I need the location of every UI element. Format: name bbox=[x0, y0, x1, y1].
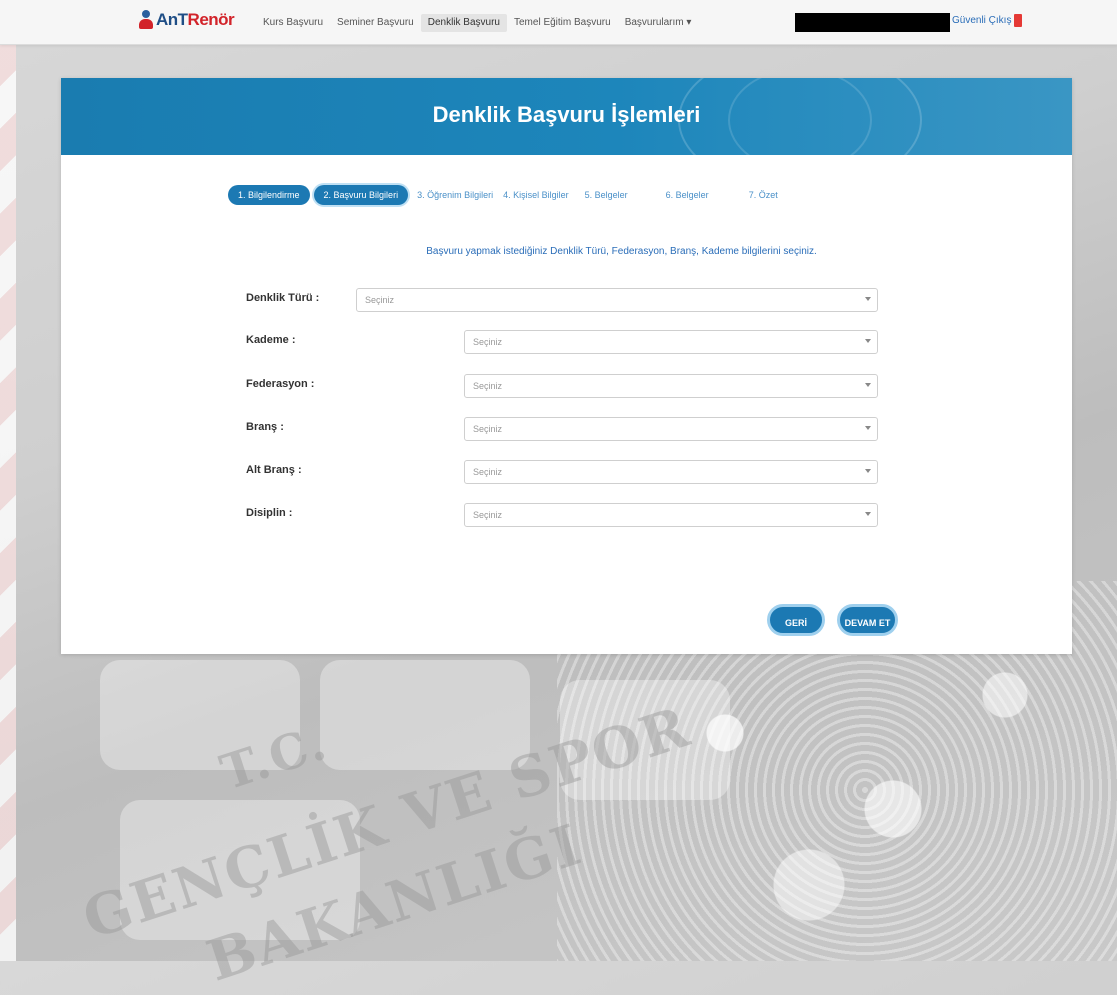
form-row-disiplin: Disiplin : Seçiniz bbox=[246, 503, 878, 527]
logout-label: Güvenli Çıkış bbox=[952, 15, 1012, 26]
menu-item-basvurularim[interactable]: Başvurularım ▾ bbox=[618, 14, 699, 32]
logout-link[interactable]: Güvenli Çıkış bbox=[952, 14, 1023, 27]
step-7-ozet[interactable]: 7. Özet bbox=[744, 185, 783, 205]
form-row-federasyon: Federasyon : Seçiniz bbox=[246, 374, 878, 398]
alt-brans-select[interactable]: Seçiniz bbox=[464, 460, 878, 484]
background-stripe bbox=[0, 44, 16, 961]
disiplin-select[interactable]: Seçiniz bbox=[464, 503, 878, 527]
form-row-denklik-turu: Denklik Türü : Seçiniz bbox=[246, 288, 878, 312]
select-value: Seçiniz bbox=[365, 295, 395, 305]
form-row-brans: Branş : Seçiniz bbox=[246, 417, 878, 441]
redacted-user-name bbox=[795, 13, 950, 32]
page-title: Denklik Başvuru İşlemleri bbox=[432, 102, 701, 127]
menu-item-kurs-basvuru[interactable]: Kurs Başvuru bbox=[256, 14, 330, 32]
menu-item-seminer-basvuru[interactable]: Seminer Başvuru bbox=[330, 14, 421, 32]
field-label: Kademe : bbox=[246, 334, 296, 346]
chevron-down-icon bbox=[865, 469, 871, 473]
select-value: Seçiniz bbox=[473, 510, 503, 520]
back-button[interactable]: GERİ bbox=[767, 604, 825, 636]
federasyon-select[interactable]: Seçiniz bbox=[464, 374, 878, 398]
chevron-down-icon bbox=[865, 512, 871, 516]
kademe-select[interactable]: Seçiniz bbox=[464, 330, 878, 354]
chevron-down-icon bbox=[865, 383, 871, 387]
chevron-down-icon bbox=[865, 426, 871, 430]
step-2-basvuru-bilgileri[interactable]: 2. Başvuru Bilgileri bbox=[313, 185, 409, 205]
application-card: Denklik Başvuru İşlemleri 1. Bilgilendir… bbox=[61, 78, 1072, 654]
card-header: Denklik Başvuru İşlemleri bbox=[61, 78, 1072, 155]
chevron-down-icon bbox=[865, 339, 871, 343]
brand-logo[interactable]: AnTRenör bbox=[138, 10, 235, 30]
field-label: Disiplin : bbox=[246, 507, 293, 519]
step-3-ogrenim-bilgileri[interactable]: 3. Öğrenim Bilgileri bbox=[412, 185, 498, 205]
denklik-turu-select[interactable]: Seçiniz bbox=[356, 288, 878, 312]
form-row-kademe: Kademe : Seçiniz bbox=[246, 330, 878, 354]
continue-button[interactable]: DEVAM ET bbox=[837, 604, 898, 636]
main-menu: Kurs Başvuru Seminer Başvuru Denklik Baş… bbox=[256, 14, 698, 32]
field-label: Denklik Türü : bbox=[246, 292, 320, 304]
chevron-down-icon bbox=[865, 297, 871, 301]
logout-icon bbox=[1014, 14, 1023, 27]
brand-name: AnTRenör bbox=[156, 10, 235, 29]
menu-item-temel-egitim-basvuru[interactable]: Temel Eğitim Başvuru bbox=[507, 14, 618, 32]
field-label: Federasyon : bbox=[246, 378, 315, 390]
field-label: Alt Branş : bbox=[246, 464, 302, 476]
brans-select[interactable]: Seçiniz bbox=[464, 417, 878, 441]
instruction-text: Başvuru yapmak istediğiniz Denklik Türü,… bbox=[426, 246, 817, 257]
select-value: Seçiniz bbox=[473, 467, 503, 477]
step-6-belgeler[interactable]: 6. Belgeler bbox=[661, 185, 714, 205]
person-icon bbox=[138, 10, 154, 30]
field-label: Branş : bbox=[246, 421, 284, 433]
step-4-kisisel-bilgiler[interactable]: 4. Kişisel Bilgiler bbox=[498, 185, 574, 205]
form-row-alt-brans: Alt Branş : Seçiniz bbox=[246, 460, 878, 484]
select-value: Seçiniz bbox=[473, 337, 503, 347]
top-navbar: AnTRenör Kurs Başvuru Seminer Başvuru De… bbox=[0, 0, 1117, 45]
menu-item-denklik-basvuru[interactable]: Denklik Başvuru bbox=[420, 14, 507, 32]
select-value: Seçiniz bbox=[473, 424, 503, 434]
wizard-steps: 1. Bilgilendirme 2. Başvuru Bilgileri 3.… bbox=[228, 185, 783, 205]
step-1-bilgilendirme[interactable]: 1. Bilgilendirme bbox=[228, 185, 310, 205]
step-5-belgeler[interactable]: 5. Belgeler bbox=[580, 185, 633, 205]
select-value: Seçiniz bbox=[473, 381, 503, 391]
